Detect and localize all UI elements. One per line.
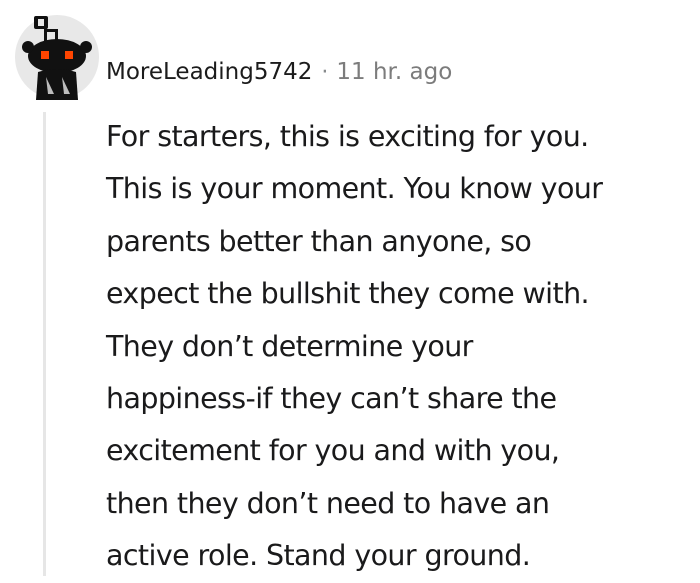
comment-body-line: happiness-if they can’t share the xyxy=(106,382,557,416)
avatar[interactable] xyxy=(14,14,100,100)
comment-body-line: parents better than anyone, so xyxy=(106,224,532,258)
comment-body-line: For starters, this is exciting for you. xyxy=(106,120,589,153)
timestamp[interactable]: 11 hr. ago xyxy=(336,59,452,85)
comment-body-line: active role. Stand your ground. xyxy=(106,539,531,573)
thread-line[interactable] xyxy=(43,112,46,576)
comment-body-line: They don’t determine your xyxy=(106,329,473,363)
comment-body-line: then they don’t need to have an xyxy=(106,486,550,520)
comment-header: MoreLeading5742 · 11 hr. ago xyxy=(106,52,452,92)
comment: MoreLeading5742 · 11 hr. ago For starter… xyxy=(0,0,700,576)
meta-separator: · xyxy=(321,59,329,85)
comment-body-line: This is your moment. You know your xyxy=(106,172,603,206)
comment-body: For starters, this is exciting for you. … xyxy=(106,111,700,583)
username-link[interactable]: MoreLeading5742 xyxy=(106,59,312,85)
snoo-avatar-icon xyxy=(15,15,99,100)
comment-body-line: expect the bullshit they come with. xyxy=(106,277,590,311)
comment-body-line: excitement for you and with you, xyxy=(106,434,560,468)
